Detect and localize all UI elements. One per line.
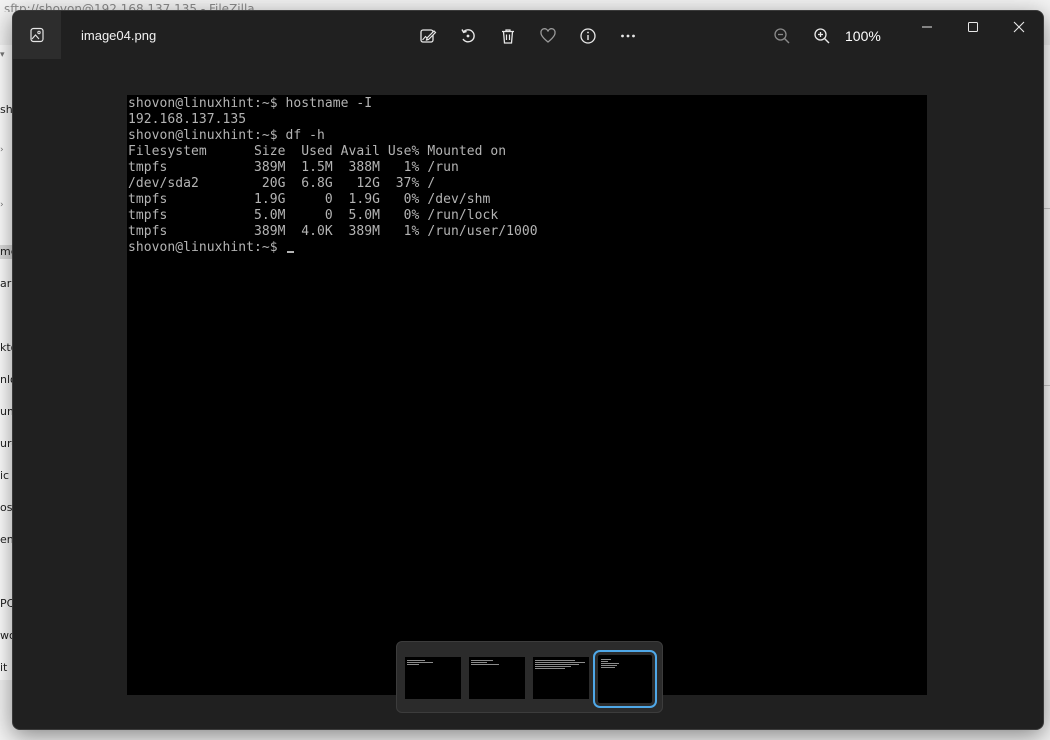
thumbnail-2[interactable] — [469, 657, 525, 699]
more-options-button[interactable] — [610, 19, 646, 53]
zoom-in-icon — [814, 28, 830, 44]
thumb-line — [535, 666, 571, 667]
thumb-line — [601, 667, 615, 668]
thumb-line — [471, 662, 487, 663]
thumb-line — [535, 668, 565, 669]
terminal-line: tmpfs 389M 4.0K 389M 1% /run/user/1000 — [128, 224, 538, 239]
terminal-prompt-line: shovon@linuxhint:~$ — [128, 240, 294, 256]
delete-button[interactable] — [490, 19, 526, 53]
info-icon — [580, 28, 596, 44]
terminal-line: tmpfs 5.0M 0 5.0M 0% /run/lock — [128, 208, 499, 223]
zoom-out-icon — [774, 28, 790, 44]
thumb-line — [471, 664, 499, 665]
info-button[interactable] — [570, 19, 606, 53]
terminal-line: Filesystem Size Used Avail Use% Mounted … — [128, 144, 507, 159]
terminal-line: shovon@linuxhint:~$ df -h — [128, 128, 325, 143]
chevron-down-icon: ▾ — [0, 50, 5, 60]
thumbnail-1[interactable] — [405, 657, 461, 699]
close-button[interactable] — [996, 11, 1042, 43]
maximize-icon — [968, 22, 978, 32]
thumb-line — [535, 664, 579, 665]
rotate-button[interactable] — [450, 19, 486, 53]
photo-viewer-window: image04.png 100% shovon@linuxhint:~$ hos… — [12, 10, 1044, 730]
app-icon[interactable] — [13, 11, 61, 59]
edit-image-button[interactable] — [410, 19, 446, 53]
minimize-button[interactable] — [904, 11, 950, 43]
filmstrip — [396, 641, 663, 713]
more-icon — [621, 34, 635, 38]
chevron-icon: › — [0, 200, 4, 210]
title-bar: image04.png 100% — [13, 11, 1043, 59]
terminal-cursor — [286, 251, 294, 253]
photos-app-icon — [30, 27, 44, 43]
thumb-line — [601, 661, 608, 662]
thumb-line — [407, 662, 433, 663]
thumbnail-4-active[interactable] — [593, 650, 657, 708]
terminal-line: /dev/sda2 20G 6.8G 12G 37% / — [128, 176, 436, 191]
favorite-button[interactable] — [530, 19, 566, 53]
rotate-icon — [461, 29, 475, 43]
terminal-prompt: shovon@linuxhint:~$ — [128, 240, 286, 255]
thumb-line — [407, 664, 419, 665]
chevron-icon: › — [0, 145, 4, 155]
maximize-button[interactable] — [950, 11, 996, 43]
terminal-line: shovon@linuxhint:~$ hostname -I — [128, 96, 373, 111]
close-icon — [1013, 21, 1025, 33]
thumbnail-3[interactable] — [533, 657, 589, 699]
displayed-image[interactable]: shovon@linuxhint:~$ hostname -I 192.168.… — [127, 95, 927, 695]
edit-image-icon — [420, 29, 437, 43]
thumb-line — [407, 660, 425, 661]
zoom-out-button[interactable] — [764, 19, 800, 53]
minimize-icon — [922, 26, 932, 28]
thumb-line — [471, 660, 493, 661]
delete-icon — [502, 29, 514, 44]
thumb-line — [601, 663, 619, 664]
divider — [1043, 208, 1050, 209]
heart-icon — [540, 28, 556, 43]
terminal-line: tmpfs 389M 1.5M 388M 1% /run — [128, 160, 459, 175]
thumb-line — [535, 662, 585, 663]
divider — [1043, 385, 1050, 386]
zoom-in-button[interactable] — [804, 19, 840, 53]
terminal-line: 192.168.137.135 — [128, 112, 247, 127]
thumb-line — [601, 665, 617, 666]
terminal-line: tmpfs 1.9G 0 1.9G 0% /dev/shm — [128, 192, 491, 207]
file-name: image04.png — [81, 28, 157, 43]
zoom-level[interactable]: 100% — [845, 11, 881, 59]
thumb-line — [535, 660, 575, 661]
thumb-line — [601, 659, 611, 660]
